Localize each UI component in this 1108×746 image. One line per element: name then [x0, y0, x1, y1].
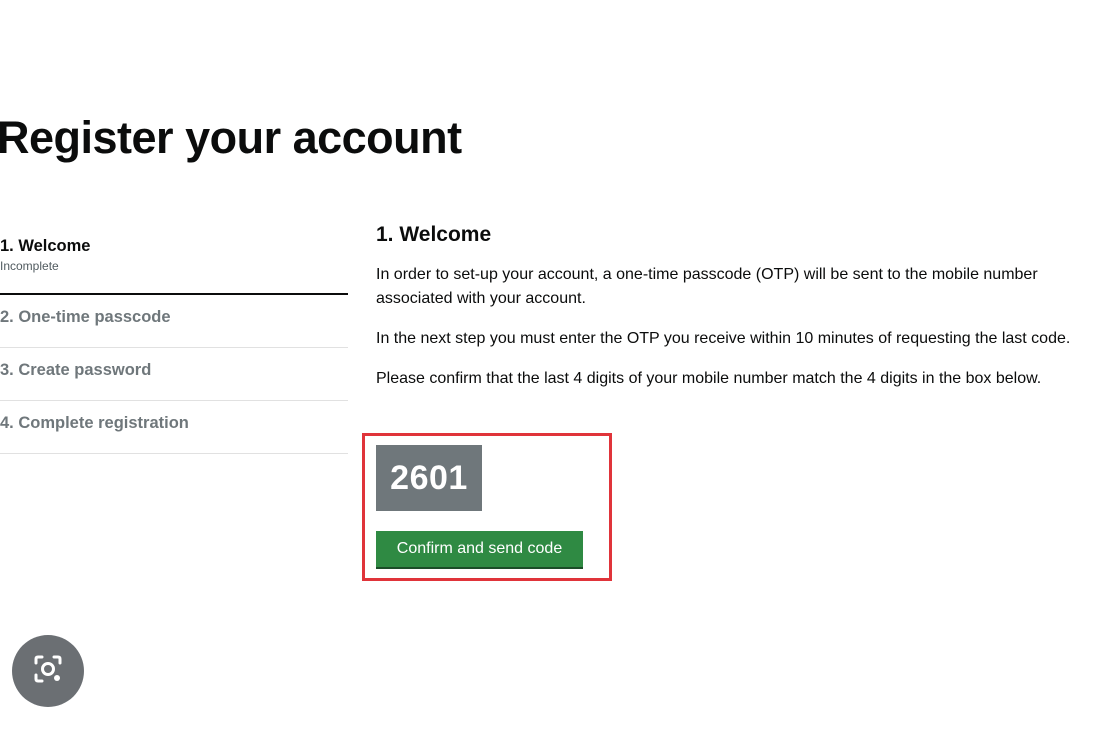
confirm-and-send-code-button[interactable]: Confirm and send code: [376, 531, 583, 567]
step-item-create-password[interactable]: 3. Create password: [0, 348, 348, 401]
step-item-complete-registration[interactable]: 4. Complete registration: [0, 401, 348, 454]
otp-timing-paragraph: In the next step you must enter the OTP …: [376, 330, 1071, 347]
main-content: 1. Welcome In order to set-up your accou…: [376, 220, 1108, 401]
step-label: 2. One-time passcode: [0, 308, 171, 326]
intro-paragraph: In order to set-up your account, a one-t…: [376, 266, 1038, 307]
page-title: Register your account: [0, 112, 462, 163]
step-label: 3. Create password: [0, 361, 152, 379]
mobile-digits-box: 2601: [376, 445, 482, 511]
register-page: Register your account 1. Welcome Incompl…: [0, 0, 1108, 746]
step-status: Incomplete: [0, 259, 59, 273]
camera-search-icon: [28, 649, 68, 694]
step-item-welcome[interactable]: 1. Welcome Incomplete: [0, 226, 348, 295]
lens-search-button[interactable]: [12, 635, 84, 707]
step-item-one-time-passcode[interactable]: 2. One-time passcode: [0, 295, 348, 348]
confirm-digits-paragraph: Please confirm that the last 4 digits of…: [376, 370, 1042, 387]
step-navigation: 1. Welcome Incomplete 2. One-time passco…: [0, 226, 348, 454]
step-label: 1. Welcome: [0, 237, 91, 255]
step-label: 4. Complete registration: [0, 414, 189, 432]
section-heading: 1. Welcome: [376, 223, 492, 246]
